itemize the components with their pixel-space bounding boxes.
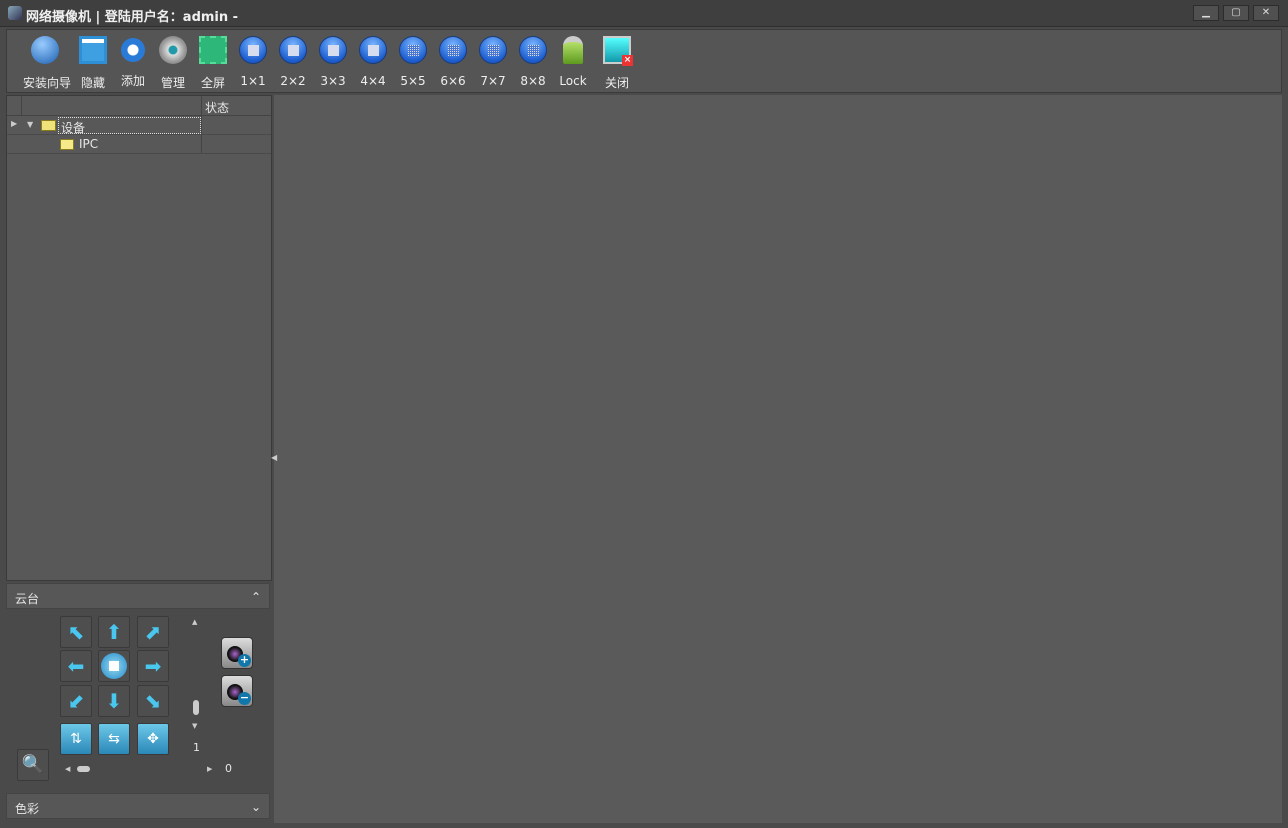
ptz-left-button[interactable]: ⬅ — [60, 650, 92, 682]
speed-value: 1 — [193, 741, 200, 754]
close-monitor-icon: × — [603, 36, 633, 66]
toolbar-label: 添加 — [120, 74, 145, 88]
toolbar-search-add-button[interactable]: 添加 — [111, 34, 155, 89]
ptz-horizontal-scan-button[interactable]: ⇆ — [98, 723, 130, 755]
toolbar-close-monitor-button[interactable]: × 关闭 — [595, 34, 639, 91]
title-bar: 网络摄像机 | 登陆用户名：admin - ▁ ▢ ✕ — [0, 0, 1288, 27]
toolbar-layout-3x3-button[interactable]: 3×3 — [311, 34, 355, 88]
magnifier-zoom-button[interactable]: 🔍 — [17, 749, 49, 781]
ptz-auto-scan-button[interactable]: ✥ — [137, 723, 169, 755]
ptz-down-button[interactable]: ⬇ — [98, 685, 130, 717]
toolbar-wizard-button[interactable]: 安装向导 — [23, 34, 72, 91]
window-title: 网络摄像机 | 登陆用户名：admin - — [26, 10, 239, 25]
maximize-button[interactable]: ▢ — [1223, 5, 1249, 21]
toolbar-label: 8×8 — [520, 74, 546, 88]
ptz-panel-header[interactable]: 云台 ⌃ — [6, 583, 270, 609]
scroll-left-arrow[interactable]: ◀ — [65, 765, 70, 773]
chevron-up-icon: ⌃ — [250, 590, 261, 604]
fullscreen-icon — [199, 36, 227, 64]
scroll-right-arrow[interactable]: ▶ — [207, 765, 212, 773]
speed-slider-thumb[interactable] — [193, 700, 199, 715]
collapse-panel-handle[interactable]: ◀ — [271, 453, 277, 462]
layout-5x5-icon — [399, 36, 427, 64]
toolbar-label: 1×1 — [240, 74, 266, 88]
tree-label: IPC — [79, 137, 99, 151]
ptz-title: 云台 — [15, 592, 40, 606]
hide-panel-icon — [79, 36, 107, 64]
expand-arrow-icon[interactable]: ▼ — [27, 120, 33, 129]
toolbar-label: 2×2 — [280, 74, 306, 88]
status-column-header: 状态 — [205, 101, 230, 115]
toolbar-label: Lock — [559, 74, 587, 88]
row-selector-icon: ▶ — [11, 119, 18, 128]
toolbar-label: 全屏 — [200, 76, 225, 90]
scroll-up-arrow[interactable]: ▲ — [192, 618, 197, 626]
toolbar-gear-button[interactable]: 管理 — [151, 34, 195, 91]
color-title: 色彩 — [15, 802, 40, 816]
toolbar-layout-4x4-button[interactable]: 4×4 — [351, 34, 395, 88]
toolbar-label: 管理 — [160, 76, 185, 90]
layout-3x3-icon — [319, 36, 347, 64]
toolbar-label: 4×4 — [360, 74, 386, 88]
toolbar-label: 6×6 — [440, 74, 466, 88]
toolbar-label: 7×7 — [480, 74, 506, 88]
toolbar-layout-1x1-button[interactable]: 1×1 — [231, 34, 275, 88]
camera-app-icon — [8, 6, 22, 20]
ptz-up-button[interactable]: ⬆ — [98, 616, 130, 648]
device-tree: 状态 ▶ ▼ 设备 IPC — [6, 95, 272, 581]
folder-icon — [60, 139, 74, 150]
tree-item-devices[interactable]: ▶ ▼ 设备 — [7, 116, 271, 135]
layout-8x8-icon — [519, 36, 547, 64]
toolbar-label: 5×5 — [400, 74, 426, 88]
toolbar-layout-2x2-button[interactable]: 2×2 — [271, 34, 315, 88]
zoom-value: 0 — [225, 762, 232, 775]
scroll-down-arrow[interactable]: ▼ — [192, 722, 197, 730]
ptz-down-left-button[interactable]: ⬋ — [60, 685, 92, 717]
layout-2x2-icon — [279, 36, 307, 64]
folder-open-icon — [41, 120, 56, 131]
toolbar-layout-5x5-button[interactable]: 5×5 — [391, 34, 435, 88]
toolbar-hide-panel-button[interactable]: 隐藏 — [71, 34, 115, 91]
ptz-controls: ⬉ ⬆ ⬈ ⬅ ➡ ⬋ ⬇ ⬊ ⇅ ⇆ ✥ ▲ ▼ 1 + − 🔍 ◀ ▶ 0 — [0, 610, 272, 790]
toolbar-label: 隐藏 — [80, 76, 105, 90]
zoom-slider-thumb[interactable] — [77, 766, 90, 772]
toolbar-label: 安装向导 — [23, 76, 72, 90]
tree-label: 设备 — [58, 117, 201, 135]
color-panel-header[interactable]: 色彩 ⌄ — [6, 793, 270, 819]
ptz-stop-button[interactable] — [98, 650, 130, 682]
wizard-icon — [31, 36, 59, 64]
toolbar-label: 3×3 — [320, 74, 346, 88]
layout-1x1-icon — [239, 36, 267, 64]
ptz-down-right-button[interactable]: ⬊ — [137, 685, 169, 717]
toolbar: 安装向导 隐藏 添加 管理 全屏 1×1 2×2 3×3 4×4 5×5 6×6 7×7 8×8 Lock… — [6, 29, 1282, 93]
ptz-vertical-scan-button[interactable]: ⇅ — [60, 723, 92, 755]
lock-icon — [563, 36, 583, 64]
video-area[interactable]: ◀ — [271, 95, 1282, 823]
ptz-up-right-button[interactable]: ⬈ — [137, 616, 169, 648]
toolbar-label: 关闭 — [604, 76, 629, 90]
ptz-up-left-button[interactable]: ⬉ — [60, 616, 92, 648]
zoom-in-camera-button[interactable]: + — [221, 637, 253, 669]
gear-icon — [159, 36, 187, 64]
chevron-down-icon: ⌄ — [250, 800, 261, 814]
toolbar-fullscreen-button[interactable]: 全屏 — [191, 34, 235, 91]
ptz-right-button[interactable]: ➡ — [137, 650, 169, 682]
toolbar-lock-button[interactable]: Lock — [551, 34, 595, 88]
close-button[interactable]: ✕ — [1253, 5, 1279, 21]
layout-6x6-icon — [439, 36, 467, 64]
toolbar-layout-6x6-button[interactable]: 6×6 — [431, 34, 475, 88]
toolbar-layout-8x8-button[interactable]: 8×8 — [511, 34, 555, 88]
zoom-out-camera-button[interactable]: − — [221, 675, 253, 707]
layout-7x7-icon — [479, 36, 507, 64]
layout-4x4-icon — [359, 36, 387, 64]
minimize-button[interactable]: ▁ — [1193, 5, 1219, 21]
toolbar-layout-7x7-button[interactable]: 7×7 — [471, 34, 515, 88]
search-add-icon — [121, 38, 145, 62]
tree-item-ipc[interactable]: IPC — [7, 135, 271, 154]
